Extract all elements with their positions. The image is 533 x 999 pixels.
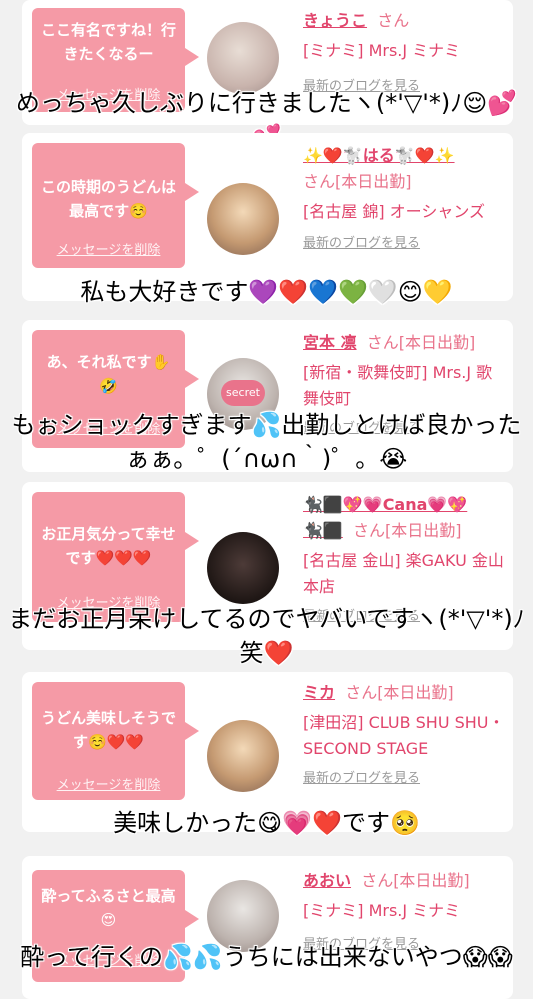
latest-blog-link[interactable]: 最新のブログを見る <box>303 766 508 792</box>
shop-detail: [ミナミ] Mrs.J ミナミ <box>303 901 461 920</box>
sender-status: さん[本日出勤] <box>361 871 470 890</box>
caption-text: 酔って行くの💦💦うちには出来ないやつ😱😱 <box>20 943 513 971</box>
sender-name[interactable]: ✨❤️🐩はる🐩❤️✨ <box>303 146 455 165</box>
delete-message-link[interactable]: メッセージを削除 <box>32 239 185 258</box>
caption-text: もぉショックすぎます💦出勤しとけば良かったぁぁ。゜(´∩ω∩｀)゜。😭 <box>11 411 522 473</box>
message-card: 酔ってふるさと最高😍 メッセージを削除 あおい さん[本日出勤] [ミナミ] M… <box>22 856 513 999</box>
shop-detail: [新宿・歌舞伎町] Mrs.J 歌舞伎町 <box>303 363 493 408</box>
avatar[interactable] <box>207 183 279 255</box>
avatar[interactable] <box>207 22 279 94</box>
caption-text: まだお正月呆けしてるのでヤバいですヽ(*'▽'*)ﾉ笑❤️ <box>8 605 525 667</box>
latest-blog-link[interactable]: 最新のブログを見る <box>303 231 508 257</box>
sender-status: さん <box>377 11 410 30</box>
sender-status: さん[本日出勤] <box>353 521 462 540</box>
secret-badge: secret <box>221 380 265 406</box>
message-text: あ、それ私です✋🤣 <box>46 353 171 395</box>
message-bubble: この時期のうどんは最高です☺️ メッセージを削除 <box>32 143 199 268</box>
sender-name-line2: 🐈‍⬛⬛ <box>303 521 343 540</box>
sender-name[interactable]: きょうこ <box>303 11 367 30</box>
message-text: うどん美味しそうです☺️❤️❤️ <box>40 709 176 751</box>
sender-status: さん[本日出勤] <box>366 333 476 352</box>
avatar[interactable] <box>207 720 279 792</box>
message-text: この時期のうどんは最高です☺️ <box>40 178 176 220</box>
message-bubble: うどん美味しそうです☺️❤️❤️ メッセージを削除 <box>32 682 199 800</box>
delete-message-link[interactable]: メッセージを削除 <box>32 774 185 793</box>
message-text: ここ有名ですね！行きたくなるー <box>40 21 176 63</box>
caption-text: 美味しかった😋💗❤️です🥺 <box>113 809 420 837</box>
sender-name[interactable]: 🐈‍⬛⬛💖💗Cana💗💖 <box>303 495 467 514</box>
message-text: お正月気分って幸せです❤️❤️❤️ <box>41 525 176 567</box>
sender-name[interactable]: 宮本 凛 <box>303 333 357 352</box>
shop-detail: [ミナミ] Mrs.J ミナミ <box>303 41 461 60</box>
caption-text: 私も大好きです💜❤️💙💚🤍😊💛 <box>80 278 453 306</box>
sender-info: ✨❤️🐩はる🐩❤️✨ さん[本日出勤] [名古屋 錦] オーシャンズ 最新のブロ… <box>303 143 508 257</box>
shop-detail: [名古屋 金山] 楽GAKU 金山本店 <box>303 551 504 596</box>
message-text: 酔ってふるさと最高😍 <box>41 887 176 929</box>
shop-detail: [津田沼] CLUB SHU SHU・SECOND STAGE <box>303 713 505 758</box>
sender-status: さん[本日出勤] <box>303 172 412 191</box>
sender-info: ミカ さん[本日出勤] [津田沼] CLUB SHU SHU・SECOND ST… <box>303 680 508 792</box>
sender-name[interactable]: あおい <box>303 871 351 890</box>
avatar[interactable] <box>207 532 279 604</box>
sender-name[interactable]: ミカ <box>303 683 335 702</box>
shop-detail: [名古屋 錦] オーシャンズ <box>303 202 486 221</box>
sender-status: さん[本日出勤] <box>345 683 454 702</box>
